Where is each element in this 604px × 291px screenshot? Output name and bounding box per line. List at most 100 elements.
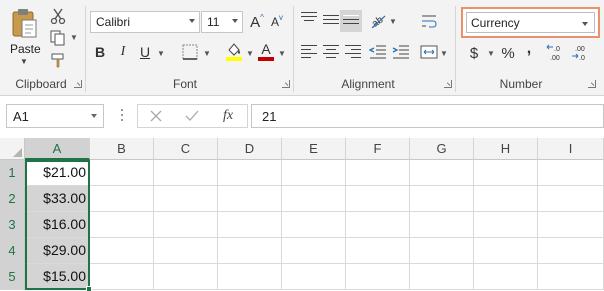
decrease-decimal-icon[interactable]: .00 .0: [571, 42, 593, 64]
cell-i5[interactable]: [538, 264, 604, 290]
row-header-3[interactable]: 3: [0, 212, 25, 238]
increase-indent-icon[interactable]: [390, 42, 412, 62]
cell-i4[interactable]: [538, 238, 604, 264]
cell-e3[interactable]: [282, 212, 346, 238]
italic-button[interactable]: I: [115, 42, 131, 62]
cell-d5[interactable]: [218, 264, 282, 290]
font-color-dropdown-icon[interactable]: ▼: [278, 49, 286, 58]
accounting-format-button[interactable]: $: [466, 42, 482, 64]
cell-d4[interactable]: [218, 238, 282, 264]
cell-d3[interactable]: [218, 212, 282, 238]
orientation-icon[interactable]: ab: [367, 10, 389, 32]
cell-c2[interactable]: [154, 186, 218, 212]
cell-b4[interactable]: [90, 238, 154, 264]
column-header-g[interactable]: G: [410, 138, 474, 160]
bold-button[interactable]: B: [92, 42, 108, 62]
cell-h3[interactable]: [474, 212, 538, 238]
column-header-f[interactable]: F: [346, 138, 410, 160]
cell-a3[interactable]: $16.00: [25, 212, 90, 238]
column-header-e[interactable]: E: [282, 138, 346, 160]
cell-b5[interactable]: [90, 264, 154, 290]
column-header-c[interactable]: C: [154, 138, 218, 160]
cell-h1[interactable]: [474, 160, 538, 186]
increase-font-size-icon[interactable]: A ^: [249, 12, 265, 32]
select-all-button[interactable]: [0, 138, 25, 160]
accounting-dropdown-icon[interactable]: ▼: [487, 49, 495, 58]
cell-f3[interactable]: [346, 212, 410, 238]
cell-e1[interactable]: [282, 160, 346, 186]
cell-e5[interactable]: [282, 264, 346, 290]
format-painter-icon[interactable]: [48, 50, 68, 70]
comma-style-button[interactable]: ,: [522, 38, 536, 60]
align-right-icon[interactable]: [345, 45, 361, 61]
cell-d2[interactable]: [218, 186, 282, 212]
fill-color-dropdown-icon[interactable]: ▼: [246, 49, 254, 58]
cell-f5[interactable]: [346, 264, 410, 290]
cell-e4[interactable]: [282, 238, 346, 264]
cell-c4[interactable]: [154, 238, 218, 264]
align-left-icon[interactable]: [301, 45, 317, 61]
cell-b2[interactable]: [90, 186, 154, 212]
orientation-dropdown-icon[interactable]: ▼: [389, 17, 397, 26]
paste-icon[interactable]: [11, 8, 37, 38]
row-header-1[interactable]: 1: [0, 160, 25, 186]
cell-h5[interactable]: [474, 264, 538, 290]
alignment-launcher-icon[interactable]: [444, 80, 452, 88]
font-size-select[interactable]: 11: [201, 11, 243, 33]
merge-center-icon[interactable]: [418, 42, 440, 62]
cell-h4[interactable]: [474, 238, 538, 264]
cell-b3[interactable]: [90, 212, 154, 238]
cell-b1[interactable]: [90, 160, 154, 186]
number-format-select[interactable]: Currency: [461, 7, 600, 38]
column-header-h[interactable]: H: [474, 138, 538, 160]
formula-input[interactable]: 21: [251, 104, 604, 128]
paste-dropdown-icon[interactable]: ▼: [20, 57, 28, 66]
cell-d1[interactable]: [218, 160, 282, 186]
copy-icon[interactable]: [48, 28, 68, 48]
cell-g3[interactable]: [410, 212, 474, 238]
cell-i1[interactable]: [538, 160, 604, 186]
cell-a1[interactable]: $21.00: [25, 160, 90, 186]
font-name-select[interactable]: Calibri: [90, 11, 200, 33]
wrap-text-icon[interactable]: [418, 10, 440, 32]
middle-align-icon[interactable]: [323, 15, 339, 27]
cell-c1[interactable]: [154, 160, 218, 186]
paste-button[interactable]: Paste: [10, 42, 41, 56]
cut-icon[interactable]: [48, 6, 68, 26]
cell-g5[interactable]: [410, 264, 474, 290]
column-header-i[interactable]: I: [538, 138, 604, 160]
cell-g1[interactable]: [410, 160, 474, 186]
cell-g4[interactable]: [410, 238, 474, 264]
font-launcher-icon[interactable]: [282, 80, 290, 88]
underline-dropdown-icon[interactable]: ▼: [157, 49, 165, 58]
cell-i3[interactable]: [538, 212, 604, 238]
borders-dropdown-icon[interactable]: ▼: [203, 49, 211, 58]
cell-i2[interactable]: [538, 186, 604, 212]
enter-icon[interactable]: [182, 107, 202, 125]
cell-a4[interactable]: $29.00: [25, 238, 90, 264]
bottom-align-icon[interactable]: [340, 10, 362, 32]
font-color-icon[interactable]: A: [256, 40, 276, 62]
cell-c5[interactable]: [154, 264, 218, 290]
cell-f1[interactable]: [346, 160, 410, 186]
decrease-font-size-icon[interactable]: Av: [269, 12, 285, 32]
fill-color-icon[interactable]: [224, 40, 244, 62]
cell-g2[interactable]: [410, 186, 474, 212]
cell-h2[interactable]: [474, 186, 538, 212]
clipboard-launcher-icon[interactable]: [74, 80, 82, 88]
formula-bar-grip-icon[interactable]: [121, 109, 125, 123]
name-box[interactable]: A1: [6, 104, 104, 128]
cell-e2[interactable]: [282, 186, 346, 212]
fill-handle[interactable]: [86, 286, 92, 291]
column-header-d[interactable]: D: [218, 138, 282, 160]
cancel-icon[interactable]: [146, 107, 166, 125]
top-align-icon[interactable]: [301, 12, 317, 24]
cell-c3[interactable]: [154, 212, 218, 238]
borders-icon[interactable]: [180, 42, 200, 62]
column-header-a[interactable]: A: [25, 138, 90, 160]
cell-f4[interactable]: [346, 238, 410, 264]
cell-a2[interactable]: $33.00: [25, 186, 90, 212]
underline-button[interactable]: U: [137, 42, 153, 62]
row-header-5[interactable]: 5: [0, 264, 25, 290]
cell-f2[interactable]: [346, 186, 410, 212]
